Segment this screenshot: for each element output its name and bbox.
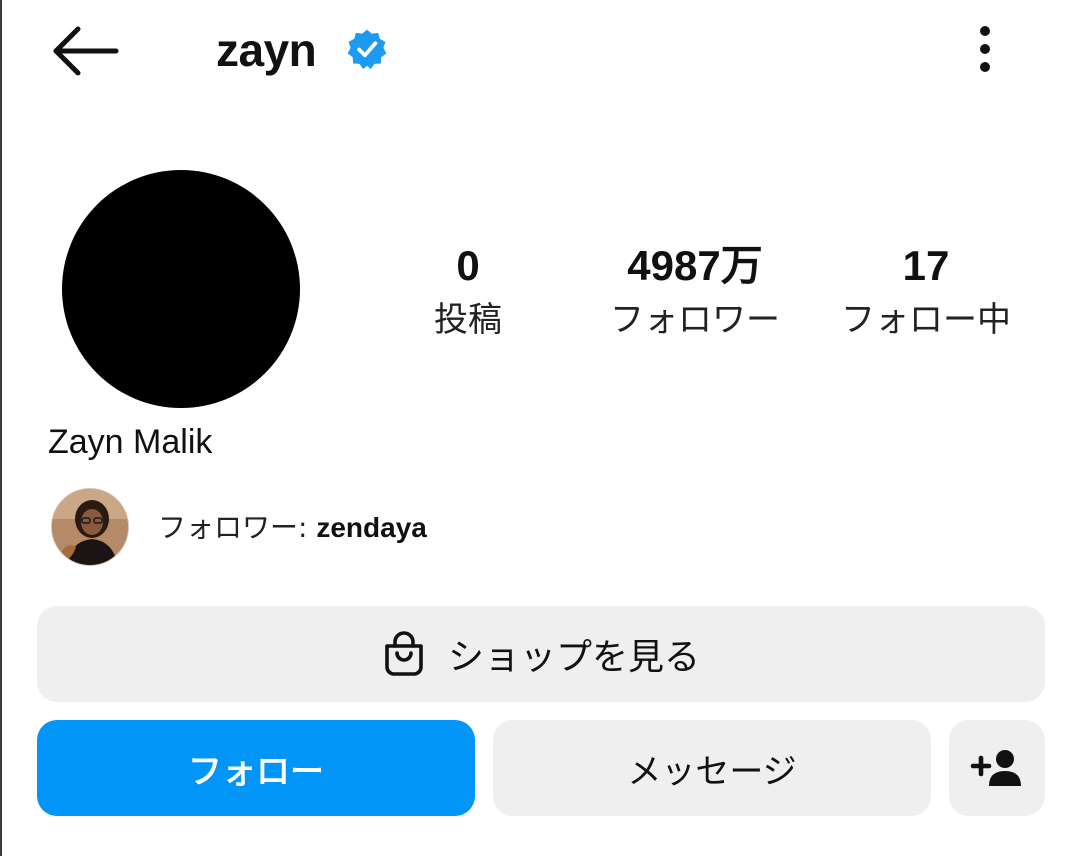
profile-full-name: Zayn Malik (48, 423, 213, 461)
mutual-follower-photo (52, 489, 128, 565)
verified-badge-icon (347, 29, 387, 69)
message-button[interactable]: メッセージ (493, 720, 931, 816)
followers-label: フォロワー (610, 300, 780, 340)
posts-label: 投稿 (434, 300, 502, 340)
view-shop-button[interactable]: ショップを見る (37, 606, 1045, 702)
message-label: メッセージ (627, 751, 797, 792)
stat-followers[interactable]: 4987万 フォロワー (590, 240, 800, 346)
mutual-follower-avatar[interactable] (51, 488, 129, 566)
view-shop-label: ショップを見る (447, 637, 700, 678)
profile-avatar[interactable] (62, 170, 300, 408)
stat-posts[interactable]: 0 投稿 (408, 240, 528, 346)
screen-edge (0, 0, 2, 856)
following-label: フォロー中 (841, 300, 1011, 340)
following-count: 17 (902, 242, 950, 289)
back-button[interactable] (46, 22, 124, 80)
posts-count: 0 (456, 242, 480, 289)
mutual-follower-prefix: フォロワー: (158, 511, 317, 544)
follow-label: フォロー (188, 751, 324, 792)
back-arrow-icon (53, 26, 119, 76)
follow-button[interactable]: フォロー (37, 720, 475, 816)
profile-username: zayn (216, 24, 317, 76)
mutual-follower-text[interactable]: フォロワー: zendaya (158, 508, 427, 548)
stat-following[interactable]: 17 フォロー中 (828, 240, 1024, 346)
followers-count: 4987万 (627, 242, 763, 289)
shopping-bag-icon (385, 631, 423, 676)
mutual-follower-name: zendaya (316, 512, 427, 543)
more-options-button[interactable] (962, 20, 1008, 78)
suggest-users-button[interactable] (949, 720, 1045, 816)
more-vertical-icon (980, 26, 990, 72)
add-user-icon (970, 750, 1021, 786)
